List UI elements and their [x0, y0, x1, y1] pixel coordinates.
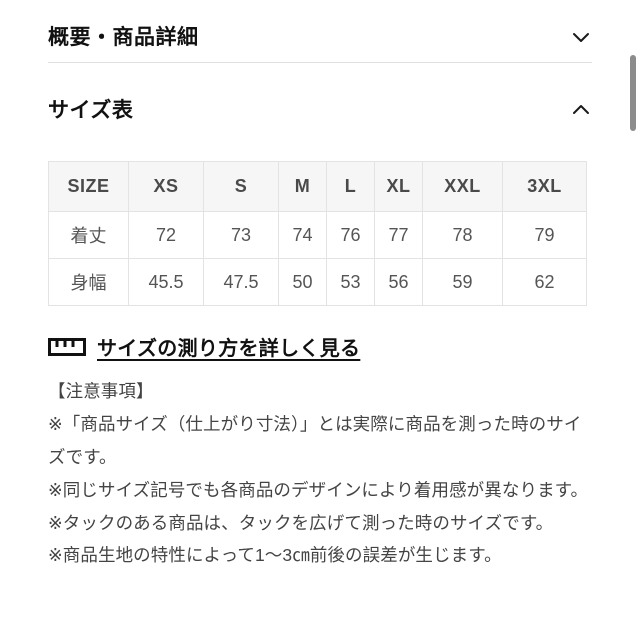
table-cell: 72 [128, 211, 204, 259]
table-row-label: 着丈 [48, 211, 129, 259]
size-table-container: SIZE XS S M L XL XXL 3XL 着丈 72 73 74 76 [0, 141, 640, 306]
table-header-cell: M [278, 161, 327, 212]
table-cell: 73 [203, 211, 279, 259]
chevron-down-icon[interactable] [570, 26, 592, 48]
table-cell: 59 [422, 258, 503, 306]
table-header-cell: XL [374, 161, 423, 212]
notes-section: 【注意事項】 ※「商品サイズ（仕上がり寸法）」とは実際に商品を測った時のサイズで… [0, 361, 640, 572]
table-cell: 79 [502, 211, 587, 259]
accordion-header-overview[interactable]: 概要・商品詳細 [48, 0, 592, 62]
table-cell: 78 [422, 211, 503, 259]
table-cell: 77 [374, 211, 423, 259]
size-measurement-guide-link[interactable]: サイズの測り方を詳しく見る [0, 306, 640, 361]
note-line: ※「商品サイズ（仕上がり寸法）」とは実際に商品を測った時のサイズです。 [48, 413, 582, 467]
table-row: 着丈 72 73 74 76 77 78 79 [48, 211, 587, 259]
note-line: ※同じサイズ記号でも各商品のデザインにより着用感が異なります。 [48, 479, 589, 500]
accordion-section-overview: 概要・商品詳細 [0, 0, 640, 63]
table-cell: 47.5 [203, 258, 279, 306]
product-detail-page: 概要・商品詳細 サイズ表 SIZE XS S M L XL XXL 3XL 着丈… [0, 0, 640, 640]
vertical-scrollbar-thumb[interactable] [630, 55, 636, 131]
table-cell: 53 [326, 258, 375, 306]
accordion-title-size-chart: サイズ表 [48, 98, 134, 122]
size-measurement-guide-label: サイズの測り方を詳しく見る [97, 338, 361, 360]
table-cell: 50 [278, 258, 327, 306]
table-header-cell: 3XL [502, 161, 587, 212]
table-header-cell: XS [128, 161, 204, 212]
accordion-title-overview: 概要・商品詳細 [48, 25, 199, 49]
section-divider [48, 62, 592, 63]
chevron-up-icon[interactable] [570, 99, 592, 121]
table-row: 身幅 45.5 47.5 50 53 56 59 62 [48, 258, 587, 306]
table-cell: 76 [326, 211, 375, 259]
size-table: SIZE XS S M L XL XXL 3XL 着丈 72 73 74 76 [48, 161, 587, 306]
table-header-cell: S [203, 161, 279, 212]
notes-heading: 【注意事項】 [48, 381, 154, 401]
table-header-row: SIZE XS S M L XL XXL 3XL [48, 161, 587, 212]
note-line: ※商品生地の特性によって1〜3㎝前後の誤差が生じます。 [48, 545, 502, 566]
table-row-label: 身幅 [48, 258, 129, 306]
vertical-scrollbar-track[interactable] [628, 0, 640, 640]
accordion-section-size-chart: サイズ表 [0, 79, 640, 141]
table-header-cell: L [326, 161, 375, 212]
table-header-cell: XXL [422, 161, 503, 212]
table-cell: 45.5 [128, 258, 204, 306]
table-cell: 56 [374, 258, 423, 306]
table-cell: 62 [502, 258, 587, 306]
accordion-header-size-chart[interactable]: サイズ表 [48, 79, 592, 141]
table-cell: 74 [278, 211, 327, 259]
table-header-cell: SIZE [48, 161, 129, 212]
ruler-icon [48, 337, 86, 357]
note-line: ※タックのある商品は、タックを広げて測った時のサイズです。 [48, 512, 554, 533]
